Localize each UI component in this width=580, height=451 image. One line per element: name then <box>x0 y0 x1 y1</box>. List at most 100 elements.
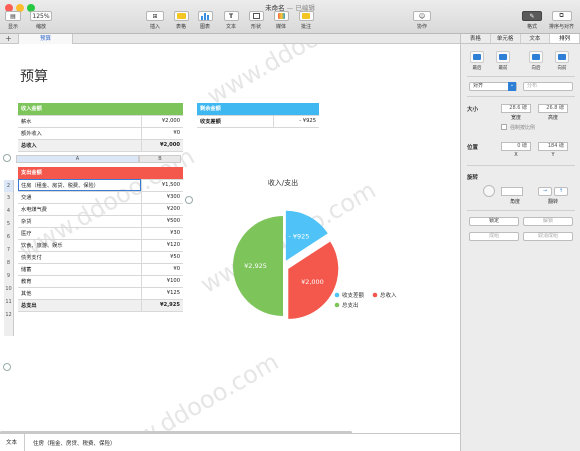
backward-icon[interactable] <box>529 51 543 63</box>
selected-cell[interactable]: 住房（租金、房贷、税费、保险） <box>18 179 141 192</box>
cell-value[interactable]: ¥125 <box>140 287 183 300</box>
row-number[interactable]: 11 <box>4 296 13 309</box>
media-button[interactable]: 媒体 <box>271 11 291 30</box>
table-row[interactable]: 住房（租金、房贷、税费、保险） ¥1,500 <box>18 179 183 192</box>
cell-value[interactable]: ¥0 <box>140 263 183 276</box>
pie-chart[interactable]: 收入/支出 - ¥925 ¥2,000 ¥2,925 收支差额 总收入总支出 <box>215 174 415 334</box>
view-button[interactable]: ▤ 显示 <box>4 11 22 30</box>
cell-label[interactable]: 其他 <box>18 287 141 300</box>
row-number[interactable]: 2 <box>4 180 13 192</box>
add-row-handle-icon[interactable] <box>3 363 11 371</box>
table-handle-icon[interactable] <box>3 154 11 162</box>
cell-value[interactable]: ¥50 <box>140 251 183 264</box>
row-number[interactable]: 8 <box>4 257 13 270</box>
table-row[interactable]: 水电煤气费 ¥200 <box>18 203 183 216</box>
cell-value[interactable]: ¥2,000 <box>140 115 183 128</box>
cell-value[interactable]: ¥120 <box>140 239 183 252</box>
cell-label[interactable]: 债务支付 <box>18 251 141 264</box>
tab-arrange[interactable]: 排列 <box>550 34 580 43</box>
insert-button[interactable]: ⊞ 插入 <box>144 11 166 30</box>
table-row[interactable]: 教育 ¥100 <box>18 275 183 288</box>
cell-label[interactable]: 饮食、旅游、娱乐 <box>18 239 141 252</box>
row-number[interactable]: 12 <box>4 309 13 322</box>
row-number[interactable]: 5 <box>4 218 13 231</box>
lock-button[interactable]: 锁定 <box>469 217 519 226</box>
bring-to-front-button[interactable]: 最前 <box>496 65 510 71</box>
angle-field[interactable] <box>501 187 523 196</box>
cell-value[interactable]: ¥300 <box>140 191 183 204</box>
income-total-row[interactable]: 总收入 ¥2,000 <box>18 139 183 152</box>
cell-value[interactable]: ¥1,500 <box>140 179 183 192</box>
collaborate-button[interactable]: ☺ 协作 <box>410 11 434 30</box>
arrange-button[interactable]: ⧉ 排序与对齐 <box>545 11 578 30</box>
bring-forward-button[interactable]: 向前 <box>555 65 569 71</box>
comment-button[interactable]: 批注 <box>296 11 316 30</box>
front-icon[interactable] <box>496 51 510 63</box>
cell-value[interactable]: ¥500 <box>140 215 183 228</box>
table-row[interactable]: 杂货 ¥500 <box>18 215 183 228</box>
cell-value[interactable]: ¥200 <box>140 203 183 216</box>
zoom-popup[interactable]: 125% 缩放 <box>29 11 53 30</box>
forward-icon[interactable] <box>555 51 569 63</box>
x-field[interactable]: 0 磅 <box>501 142 531 151</box>
constrain-checkbox[interactable] <box>501 124 507 130</box>
tab-table[interactable]: 表格 <box>461 34 491 43</box>
row-number[interactable]: 10 <box>4 283 13 296</box>
formula-content[interactable]: 住房（租金、房贷、税费、保险） <box>25 439 116 447</box>
row-number[interactable]: 6 <box>4 231 13 244</box>
column-a-header[interactable]: A <box>16 155 139 163</box>
cell-label[interactable]: 杂货 <box>18 215 141 228</box>
cell-value[interactable]: ¥0 <box>140 127 183 140</box>
height-field[interactable]: 26.8 磅 <box>538 104 568 113</box>
cell-label[interactable]: 额外收入 <box>18 127 141 140</box>
expense-total-row[interactable]: 总支出 ¥2,925 <box>18 299 183 312</box>
back-icon[interactable] <box>470 51 484 63</box>
y-field[interactable]: 184 磅 <box>538 142 568 151</box>
cell-value[interactable]: - ¥925 <box>272 115 319 128</box>
row-number[interactable]: 9 <box>4 270 13 283</box>
table-row[interactable]: 额外收入 ¥0 <box>18 127 183 140</box>
flip-horizontal-icon[interactable]: → <box>538 187 552 196</box>
cell-label[interactable]: 教育 <box>18 275 141 288</box>
shape-button[interactable]: 形状 <box>246 11 266 30</box>
cell-label[interactable]: 水电煤气费 <box>18 203 141 216</box>
add-column-handle-icon[interactable] <box>185 196 193 204</box>
cell-label[interactable]: 收支差额 <box>197 115 273 128</box>
row-number[interactable]: 4 <box>4 205 13 218</box>
cell-label[interactable]: 交通 <box>18 191 141 204</box>
cell-label[interactable]: 薪水 <box>18 115 141 128</box>
table-row[interactable]: 储蓄 ¥0 <box>18 263 183 276</box>
cell-label[interactable]: 总收入 <box>18 139 141 152</box>
cell-value[interactable]: ¥2,000 <box>140 139 183 152</box>
align-select[interactable]: 对齐 ⌄ <box>469 82 517 91</box>
table-row[interactable]: 其他 ¥125 <box>18 287 183 300</box>
rotate-wheel-icon[interactable] <box>483 185 495 197</box>
flip-vertical-icon[interactable]: ↑ <box>554 187 568 196</box>
chart-button[interactable]: 图表 <box>195 11 215 30</box>
table-button[interactable]: 表格 <box>171 11 191 30</box>
table-row[interactable]: 饮食、旅游、娱乐 ¥120 <box>18 239 183 252</box>
group-button[interactable]: 成组 <box>469 232 519 241</box>
send-to-back-button[interactable]: 最后 <box>470 65 484 71</box>
sheet-tab-budget[interactable]: 预算 <box>18 34 73 44</box>
cell-label[interactable]: 储蓄 <box>18 263 141 276</box>
table-row[interactable]: 薪水 ¥2,000 <box>18 115 183 128</box>
format-button[interactable]: ✎ 格式 <box>520 11 544 30</box>
ungroup-button[interactable]: 取消成组 <box>523 232 573 241</box>
tab-cell[interactable]: 单元格 <box>491 34 521 43</box>
distribute-select[interactable]: 分布 <box>523 82 573 91</box>
table-row[interactable]: 医疗 ¥30 <box>18 227 183 240</box>
text-button[interactable]: T 文本 <box>221 11 241 30</box>
cell-label[interactable]: 医疗 <box>18 227 141 240</box>
cell-label[interactable]: 总支出 <box>18 299 141 312</box>
width-field[interactable]: 28.6 磅 <box>501 104 531 113</box>
cell-value[interactable]: ¥100 <box>140 275 183 288</box>
column-b-header[interactable]: B <box>139 155 181 163</box>
table-row[interactable]: 债务支付 ¥50 <box>18 251 183 264</box>
cell-value[interactable]: ¥30 <box>140 227 183 240</box>
table-row[interactable]: 收支差额 - ¥925 <box>197 115 319 128</box>
row-number[interactable]: 3 <box>4 192 13 205</box>
send-backward-button[interactable]: 向后 <box>529 65 543 71</box>
tab-text[interactable]: 文本 <box>521 34 551 43</box>
unlock-button[interactable]: 解锁 <box>523 217 573 226</box>
